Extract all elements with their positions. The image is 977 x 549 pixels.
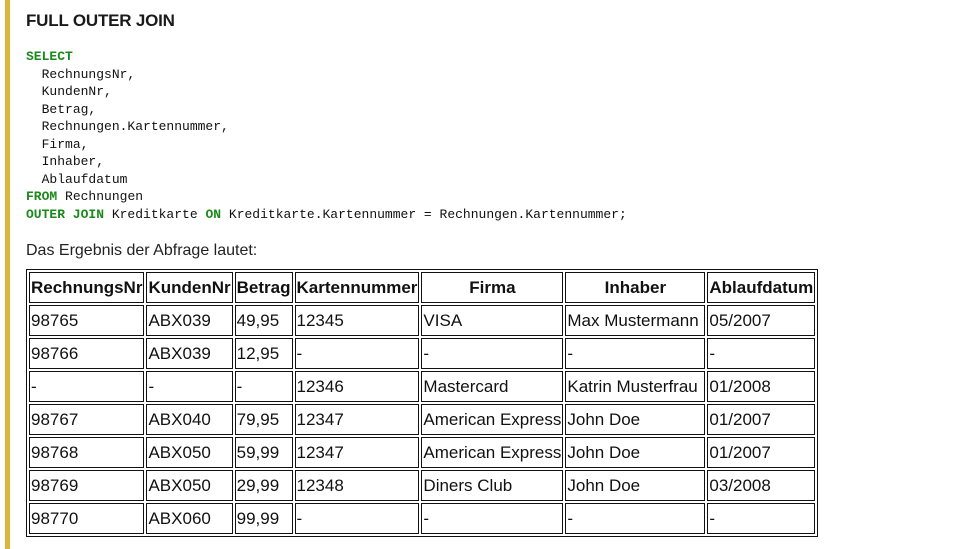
result-label: Das Ergebnis der Abfrage lautet: bbox=[26, 242, 258, 259]
table-cell: John Doe bbox=[565, 404, 706, 435]
table-cell: Katrin Musterfrau bbox=[565, 371, 706, 402]
table-cell: ABX040 bbox=[146, 404, 233, 435]
sql-column: KundenNr, bbox=[41, 84, 112, 99]
column-header-ablaufdatum: Ablaufdatum bbox=[707, 272, 816, 303]
table-header-row: RechnungsNr KundenNr Betrag Kartennummer… bbox=[29, 272, 816, 303]
table-cell: - bbox=[707, 338, 816, 369]
table-cell: - bbox=[421, 338, 564, 369]
table-cell: - bbox=[421, 503, 564, 534]
page-title: FULL OUTER JOIN bbox=[26, 11, 175, 30]
table-cell: - bbox=[294, 503, 420, 534]
table-cell: 98767 bbox=[29, 404, 145, 435]
table-cell: 98765 bbox=[29, 305, 145, 336]
sql-column: Ablaufdatum bbox=[41, 171, 128, 187]
column-header-kartennummer: Kartennummer bbox=[294, 272, 420, 303]
table-row: 98766 ABX039 12,95 - - - - bbox=[29, 338, 816, 369]
column-header-inhaber: Inhaber bbox=[565, 272, 706, 303]
table-row: 98769 ABX050 29,99 12348 Diners Club Joh… bbox=[29, 470, 816, 501]
table-cell: 12347 bbox=[294, 437, 420, 468]
result-table: RechnungsNr KundenNr Betrag Kartennummer… bbox=[26, 269, 819, 537]
content-panel: FULL OUTER JOIN SELECT RechnungsNr, Kund… bbox=[5, 0, 965, 549]
table-cell: 29,99 bbox=[234, 470, 293, 501]
table-cell: John Doe bbox=[565, 437, 706, 468]
table-cell: 12346 bbox=[294, 371, 420, 402]
table-cell: 01/2007 bbox=[707, 404, 816, 435]
sql-from-table: Rechnungen bbox=[65, 189, 144, 204]
table-cell: ABX050 bbox=[146, 470, 233, 501]
sql-keyword-outer-join: OUTER JOIN bbox=[26, 206, 105, 222]
table-cell: ABX039 bbox=[146, 338, 233, 369]
table-cell: Mastercard bbox=[421, 371, 564, 402]
table-cell: 98769 bbox=[29, 470, 145, 501]
table-cell: 12347 bbox=[294, 404, 420, 435]
table-cell: 98770 bbox=[29, 503, 145, 534]
table-cell: - bbox=[29, 371, 145, 402]
table-cell: Diners Club bbox=[421, 470, 564, 501]
table-cell: John Doe bbox=[565, 470, 706, 501]
table-cell: ABX050 bbox=[146, 437, 233, 468]
table-cell: VISA bbox=[421, 305, 564, 336]
column-header-rechnungsnr: RechnungsNr bbox=[29, 272, 145, 303]
table-row: - - - 12346 Mastercard Katrin Musterfrau… bbox=[29, 371, 816, 402]
table-cell: 79,95 bbox=[234, 404, 293, 435]
sql-column: Inhaber, bbox=[41, 154, 105, 169]
table-cell: 12345 bbox=[294, 305, 420, 336]
table-cell: - bbox=[234, 371, 293, 402]
table-cell: - bbox=[565, 338, 706, 369]
table-cell: - bbox=[294, 338, 420, 369]
sql-column: RechnungsNr, bbox=[41, 66, 136, 82]
table-cell: 59,99 bbox=[234, 437, 293, 468]
sql-code-block: SELECT RechnungsNr, KundenNr, Betrag, Re… bbox=[26, 48, 965, 223]
table-cell: - bbox=[707, 503, 816, 534]
table-row: 98765 ABX039 49,95 12345 VISA Max Muster… bbox=[29, 305, 816, 336]
table-cell: 49,95 bbox=[234, 305, 293, 336]
table-cell: ABX039 bbox=[146, 305, 233, 336]
table-cell: 98766 bbox=[29, 338, 145, 369]
table-cell: 12348 bbox=[294, 470, 420, 501]
sql-column: Firma, bbox=[41, 136, 89, 152]
table-row: 98768 ABX050 59,99 12347 American Expres… bbox=[29, 437, 816, 468]
table-cell: - bbox=[146, 371, 233, 402]
table-cell: 01/2007 bbox=[707, 437, 816, 468]
table-cell: American Express bbox=[421, 404, 564, 435]
column-header-kundennr: KundenNr bbox=[146, 272, 233, 303]
table-cell: 03/2008 bbox=[707, 470, 816, 501]
sql-keyword-on: ON bbox=[205, 206, 222, 222]
table-cell: 98768 bbox=[29, 437, 145, 468]
sql-column: Betrag, bbox=[41, 101, 97, 117]
table-cell: - bbox=[565, 503, 706, 534]
table-cell: American Express bbox=[421, 437, 564, 468]
sql-join-table: Kreditkarte bbox=[111, 206, 198, 222]
sql-on-condition: Kreditkarte.Kartennummer = Rechnungen.Ka… bbox=[228, 206, 627, 222]
table-cell: 12,95 bbox=[234, 338, 293, 369]
table-cell: Max Mustermann bbox=[565, 305, 706, 336]
table-cell: 01/2008 bbox=[707, 371, 816, 402]
column-header-betrag: Betrag bbox=[234, 272, 293, 303]
sql-keyword-select: SELECT bbox=[26, 49, 73, 64]
table-row: 98770 ABX060 99,99 - - - - bbox=[29, 503, 816, 534]
table-cell: ABX060 bbox=[146, 503, 233, 534]
sql-keyword-from: FROM bbox=[26, 189, 58, 204]
column-header-firma: Firma bbox=[421, 272, 564, 303]
table-row: 98767 ABX040 79,95 12347 American Expres… bbox=[29, 404, 816, 435]
sql-column: Rechnungen.Kartennummer, bbox=[41, 119, 229, 134]
table-cell: 99,99 bbox=[234, 503, 293, 534]
table-cell: 05/2007 bbox=[707, 305, 816, 336]
